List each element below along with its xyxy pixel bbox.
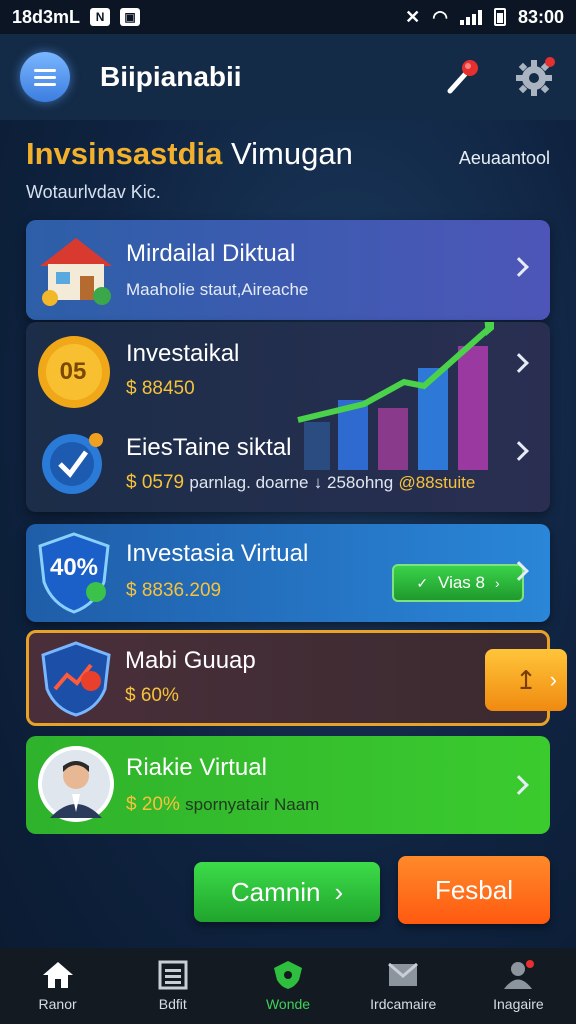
card-subtitle: Maaholie staut,Aireache (126, 280, 309, 299)
mute-icon: ✕ (405, 6, 421, 27)
shield-badge-label: 40% (49, 554, 99, 581)
card-title: Mabi Guuap (125, 647, 256, 674)
card-extra: spornyatair Naam (185, 795, 320, 814)
nav-item-list[interactable]: Bdfit (115, 948, 230, 1024)
pin-icon[interactable] (442, 57, 482, 97)
card-extra-3: @88stuite (398, 473, 476, 492)
upload-arrow-icon: ↥ (515, 664, 537, 695)
heading-right-link[interactable]: Aeuaantool (459, 148, 550, 169)
card-riakie-virtual[interactable]: Riakie Virtual $ 20% spornyatair Naam (26, 736, 550, 834)
chevron-right-icon: › (495, 575, 500, 591)
mail-icon (388, 962, 419, 986)
nav-item-active[interactable]: Wonde (230, 948, 345, 1024)
card-mabi-guuap[interactable]: Mabi Guuap $ 60% ↥ › (26, 630, 567, 726)
card-amount: $ 88450 (126, 378, 195, 399)
vias-button[interactable]: ✓ Vias 8 › (392, 564, 524, 602)
card-investasia-virtual[interactable]: 40% Investasia Virtual $ 8836.209 ✓ Vias… (26, 524, 550, 622)
card-extra-2: ↓ 258ohng (313, 473, 394, 492)
vias-button-label: Vias 8 (438, 573, 485, 592)
upload-button[interactable]: ↥ › (485, 649, 567, 711)
status-time-right: 83:00 (517, 6, 564, 27)
chevron-right-icon (509, 257, 529, 277)
notification-app-icon: ▣ (120, 8, 141, 26)
card-amount: $ 60% (125, 685, 179, 706)
camnin-button-label: Camnin (230, 876, 321, 907)
card-title: Mirdailal Diktual (126, 240, 296, 267)
card-title: EiesTaine siktal (126, 434, 292, 461)
shield-nav-icon (274, 961, 302, 989)
status-bar: 18d3mL N ▣ ✕ ◠ 83:00 (0, 0, 576, 34)
card-title: Investasia Virtual (126, 540, 309, 567)
nav-label: Bdfit (158, 996, 187, 1012)
battery-icon (493, 8, 506, 26)
nav-label: Ranor (38, 996, 77, 1012)
nav-label: Wonde (265, 996, 311, 1012)
signal-icon (459, 9, 482, 25)
card-detail: $ 20% spornyatair Naam (126, 794, 319, 816)
card-title: Investaikal (126, 340, 240, 367)
chevron-right-icon[interactable] (509, 353, 529, 373)
fesbal-button[interactable]: Fesbal (398, 856, 550, 924)
card-amount: $ 20% (126, 794, 180, 815)
status-time-left: 18d3mL (12, 6, 81, 27)
nav-label: Irdcamaire (370, 996, 437, 1012)
nav-item-mail[interactable]: Irdcamaire (346, 948, 461, 1024)
page-title: Invsinsastdia Vimugan (26, 136, 353, 172)
camnin-button[interactable]: Camnin › (194, 862, 380, 922)
card-detail: $ 0579 parnlag. doarne ↓ 258ohng @88stui… (126, 472, 475, 494)
avatar (38, 746, 114, 822)
wifi-icon: ◠ (432, 6, 448, 27)
clock-check-icon (42, 433, 103, 494)
settings-gear-icon[interactable] (514, 56, 556, 98)
card-mirdailal[interactable]: Mirdailal Diktual Maaholie staut,Aireach… (26, 220, 550, 320)
page-title-gold: Invsinsastdia (26, 136, 223, 171)
fesbal-button-label: Fesbal (434, 874, 514, 905)
profile-icon (504, 960, 535, 989)
growth-chart-icon (297, 322, 494, 470)
nav-item-profile[interactable]: Inagaire (461, 948, 576, 1024)
app-bar: Biipianabii (0, 34, 576, 120)
card-investaikal: 05 Investaikal $ 88450 EiesTaine siktal … (26, 322, 550, 512)
coin-label: 05 (59, 358, 87, 385)
home-icon (42, 962, 73, 988)
card-amount: $ 0579 (126, 472, 185, 493)
chevron-right-icon: › (334, 876, 344, 907)
app-title: Biipianabii (100, 61, 242, 92)
card-extra: parnlag. doarne (189, 473, 309, 492)
notification-n-icon: N (90, 8, 111, 26)
nav-item-home[interactable]: Ranor (0, 948, 115, 1024)
card-amount: $ 8836.209 (126, 580, 222, 601)
page-title-white: Vimugan (222, 136, 353, 171)
shield-chart-icon (41, 641, 111, 717)
nav-label: Inagaire (493, 996, 544, 1012)
house-icon (40, 238, 112, 306)
chevron-right-icon[interactable] (509, 441, 529, 461)
chevron-right-icon: › (549, 667, 557, 692)
chevron-right-icon[interactable] (509, 775, 529, 795)
page-subtitle: Wotaurlvdav Kic. (26, 182, 161, 202)
check-icon: ✓ (416, 574, 429, 591)
list-icon (158, 960, 188, 990)
card-title: Riakie Virtual (126, 754, 267, 781)
menu-button[interactable] (20, 52, 70, 102)
bottom-nav: Ranor Bdfit Wonde Irdcamaire Inagaire (0, 948, 576, 1024)
